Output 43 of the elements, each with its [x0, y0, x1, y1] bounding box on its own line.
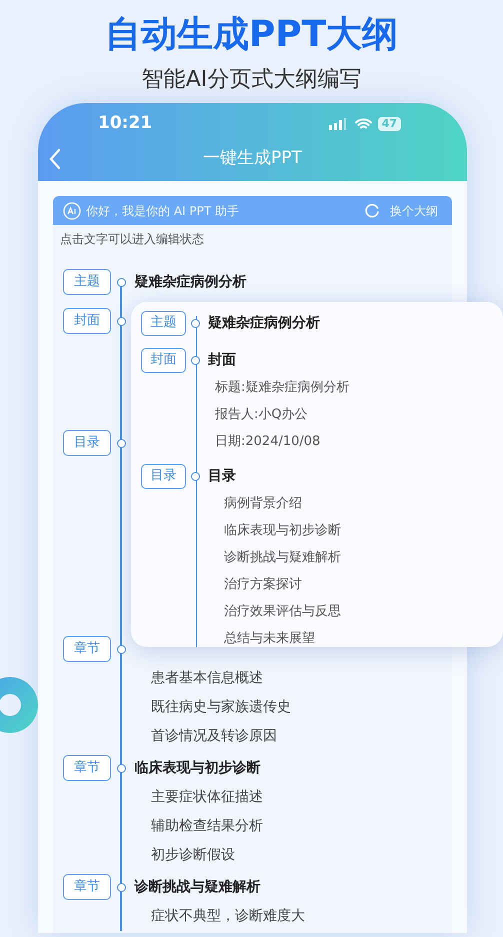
toc-item[interactable]: 诊断挑战与疑难解析: [224, 548, 341, 568]
outline-item[interactable]: 既往病史与家族遗传史: [151, 697, 291, 718]
section-tag[interactable]: 目录: [63, 430, 111, 456]
outline-item[interactable]: 初步诊断假设: [151, 845, 235, 866]
section-tag[interactable]: 主题: [63, 269, 111, 295]
battery-indicator: 47: [378, 117, 401, 131]
hint-text: 点击文字可以进入编辑状态: [60, 231, 205, 247]
headline: 自动生成PPT大纲: [104, 14, 398, 56]
section-tag[interactable]: 封面: [141, 348, 186, 372]
outline-item[interactable]: 症状不典型，诊断难度大: [151, 906, 305, 927]
cover-field[interactable]: 标题:疑难杂症病例分析: [215, 378, 350, 398]
toc-item[interactable]: 病例背景介绍: [224, 494, 302, 514]
outline-item[interactable]: 主要症状体征描述: [151, 787, 263, 808]
section-title[interactable]: 目录: [208, 466, 236, 486]
toc-item[interactable]: 总结与未来展望: [224, 628, 315, 648]
assistant-greeting: 你好，我是你的 AI PPT 助手: [86, 202, 239, 220]
toc-item[interactable]: 治疗效果评估与反思: [224, 602, 341, 622]
toc-item[interactable]: 临床表现与初步诊断: [224, 520, 341, 540]
section-tag[interactable]: 封面: [63, 308, 111, 334]
subheadline: 智能AI分页式大纲编写: [142, 66, 362, 94]
cover-field[interactable]: 日期:2024/10/08: [215, 432, 320, 452]
section-title[interactable]: 疑难杂症病例分析: [134, 272, 246, 292]
section-title[interactable]: 诊断挑战与疑难解析: [134, 876, 260, 898]
ai-icon: [63, 202, 81, 220]
section-title[interactable]: 疑难杂症病例分析: [208, 312, 320, 334]
section-tag[interactable]: 章节: [63, 636, 111, 662]
screen-title: 一键生成PPT: [202, 147, 303, 170]
wifi-icon: [354, 118, 372, 130]
toc-item[interactable]: 治疗方案探讨: [224, 574, 302, 594]
back-icon[interactable]: [49, 148, 61, 170]
status-time: 10:21: [98, 112, 152, 136]
section-tag[interactable]: 主题: [141, 310, 186, 336]
outline-item[interactable]: 患者基本信息概述: [151, 668, 263, 689]
section-tag[interactable]: 章节: [63, 874, 111, 900]
section-title[interactable]: 封面: [208, 350, 236, 370]
cover-field[interactable]: 报告人:小Q办公: [215, 404, 308, 424]
section-tag[interactable]: 目录: [141, 464, 186, 488]
section-title[interactable]: 临床表现与初步诊断: [134, 758, 260, 778]
refresh-icon: [364, 202, 380, 218]
outline-item[interactable]: 辅助检查结果分析: [151, 816, 263, 837]
signal-icon: [328, 118, 349, 130]
outline-item[interactable]: 首诊情况及转诊原因: [151, 726, 277, 747]
section-tag[interactable]: 章节: [63, 755, 111, 781]
